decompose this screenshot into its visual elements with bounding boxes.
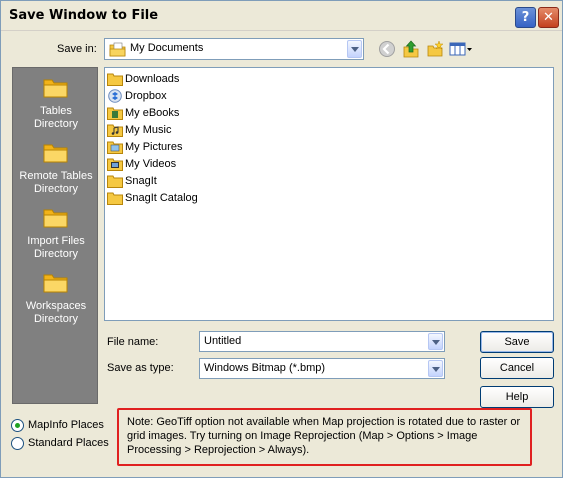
dropbox-folder-icon [108,88,122,103]
save-as-type-value: Windows Bitmap (*.bmp) [204,362,326,374]
chevron-down-icon[interactable] [428,333,443,350]
chevron-down-icon[interactable] [428,360,443,377]
save-button[interactable]: Save [480,331,554,353]
list-item[interactable]: SnagIt Catalog [107,189,198,206]
folder-icon [43,209,68,228]
close-button[interactable]: ✕ [538,7,559,28]
views-menu-icon[interactable] [449,40,473,58]
save-in-label: Save in: [57,43,97,55]
list-item[interactable]: SnagIt [107,172,157,189]
geotiff-note-box: Note: GeoTiff option not available when … [117,408,532,466]
folder-icon [107,73,123,86]
place-workspaces-directory[interactable]: Workspaces Directory [13,271,99,326]
folder-icon [43,274,68,293]
help-button[interactable]: Help [480,386,554,408]
list-item[interactable]: My eBooks [107,104,179,121]
file-name-field[interactable]: Untitled [199,331,445,352]
file-name-label: File name: [107,336,159,348]
help-title-button[interactable]: ? [515,7,536,28]
file-name: My eBooks [125,106,180,119]
save-window-dialog: Save Window to File ? ✕ Save in: My Docu… [0,0,563,478]
videos-folder-icon [107,158,123,171]
file-name: My Pictures [125,140,183,153]
place-label-line1: Remote Tables [19,170,93,182]
pictures-folder-icon [107,141,123,154]
folder-icon [107,192,123,205]
standard-places-label[interactable]: Standard Places [28,437,109,449]
place-label-line2: Directory [33,313,78,325]
place-label-line1: Workspaces [25,300,87,312]
places-bar: Tables Directory Remote Tables Directory… [12,67,98,404]
file-name: Downloads [125,72,180,85]
folder-icon [107,175,123,188]
place-tables-directory[interactable]: Tables Directory [13,76,99,131]
place-label-line2: Directory [33,183,78,195]
file-name: Dropbox [125,89,167,102]
up-folder-icon[interactable] [402,40,420,58]
geotiff-note-text: Note: GeoTiff option not available when … [127,416,521,456]
place-label-line1: Tables [40,105,72,117]
file-name: SnagIt [125,174,157,187]
dialog-title: Save Window to File [9,8,159,23]
mapinfo-places-radio[interactable] [11,419,24,432]
place-import-files-directory[interactable]: Import Files Directory [13,206,99,261]
folder-icon [43,144,68,163]
file-name: My Videos [125,157,177,170]
standard-places-radio[interactable] [11,437,24,450]
place-label-line2: Directory [33,248,78,260]
place-label-line1: Import Files [27,235,85,247]
mapinfo-places-label[interactable]: MapInfo Places [28,419,104,431]
ebooks-folder-icon [107,107,123,120]
list-item[interactable]: Dropbox [107,87,167,104]
save-as-type-label: Save as type: [107,362,174,374]
my-documents-icon [109,42,126,57]
list-item[interactable]: My Videos [107,155,176,172]
chevron-down-icon[interactable] [347,40,362,58]
list-item[interactable]: My Pictures [107,138,182,155]
back-icon[interactable] [378,40,396,58]
place-label-line2: Directory [33,118,78,130]
file-name: My Music [125,123,172,136]
file-list[interactable]: Downloads Dropbox My eBooks My Music My … [104,67,554,321]
list-item[interactable]: Downloads [107,70,179,87]
new-folder-icon[interactable] [426,40,444,58]
folder-icon [43,79,68,98]
place-remote-tables-directory[interactable]: Remote Tables Directory [13,141,99,196]
list-item[interactable]: My Music [107,121,171,138]
save-in-dropdown[interactable]: My Documents [104,38,364,60]
title-bar[interactable]: Save Window to File ? ✕ [1,1,562,31]
music-folder-icon [107,124,123,137]
file-name: SnagIt Catalog [125,191,198,204]
save-in-value: My Documents [130,42,204,54]
save-as-type-dropdown[interactable]: Windows Bitmap (*.bmp) [199,358,445,379]
file-name-value: Untitled [204,335,242,347]
cancel-button[interactable]: Cancel [480,357,554,379]
